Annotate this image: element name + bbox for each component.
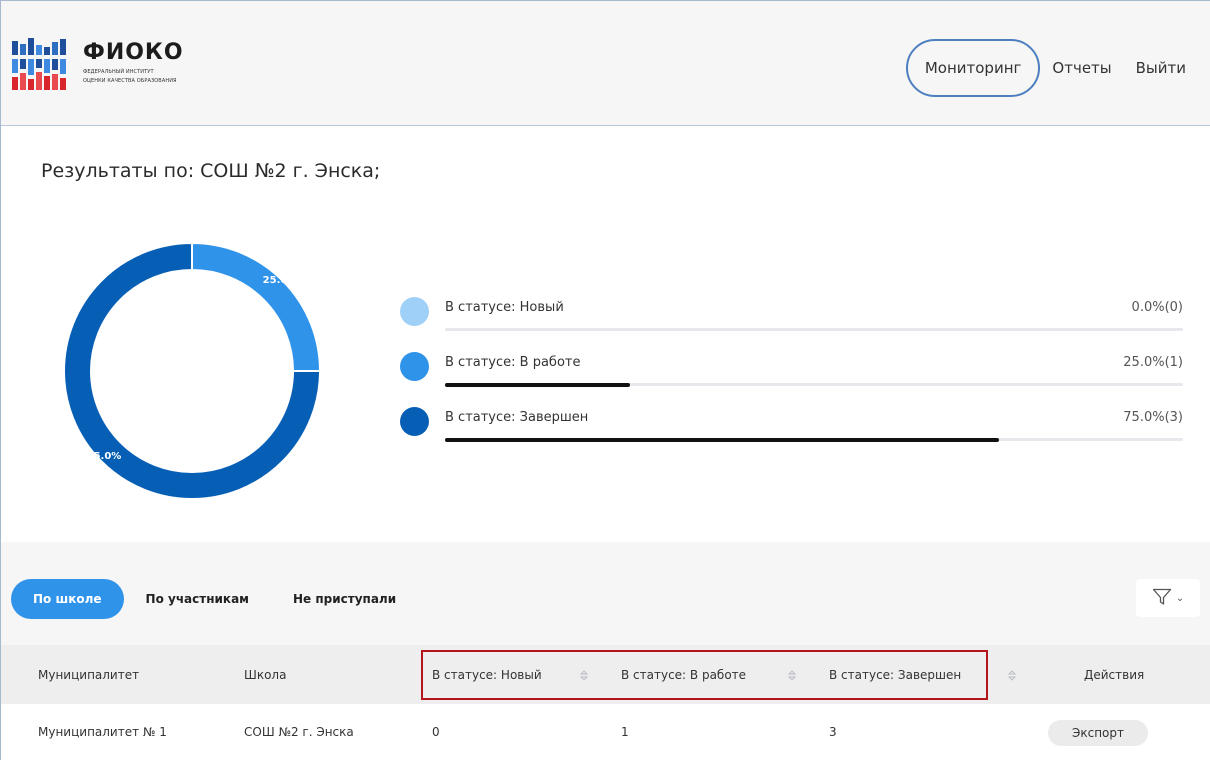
column-header-municipality[interactable]: Муниципалитет <box>38 645 139 704</box>
tab-by-participants[interactable]: По участникам <box>124 579 271 619</box>
tab-by-school[interactable]: По школе <box>11 579 124 619</box>
cell-in-work: 1 <box>621 725 629 739</box>
chart-legend: В статусе: Новый 0.0%(0) В статусе: В ра… <box>400 292 1183 457</box>
progress-track <box>445 382 1183 387</box>
nav-logout[interactable]: Выйти <box>1124 39 1198 97</box>
column-header-school[interactable]: Школа <box>244 645 286 704</box>
cell-new: 0 <box>432 725 440 739</box>
top-nav: Мониторинг Отчеты Выйти <box>905 39 1198 97</box>
logo-mark-icon <box>12 38 72 96</box>
donut-data-label: 75.0% <box>87 451 122 462</box>
legend-label: В статусе: В работе <box>445 355 581 370</box>
page-title: Результаты по: СОШ №2 г. Энска; <box>41 160 381 182</box>
column-header-actions: Действия <box>1084 667 1145 682</box>
results-table-panel: По школе По участникам Не приступали ⌄ М… <box>1 542 1210 760</box>
progress-track <box>445 437 1183 442</box>
logo-title: ФИОКО <box>83 40 184 65</box>
logo[interactable]: ФИОКО ФЕДЕРАЛЬНЫЙ ИНСТИТУТ ОЦЕНКИ КАЧЕСТ… <box>12 38 184 96</box>
logo-subtitle-line1: ФЕДЕРАЛЬНЫЙ ИНСТИТУТ <box>83 69 154 75</box>
progress-fill <box>445 382 630 387</box>
legend-value: 0.0%(0) <box>1131 300 1183 315</box>
table-row: Муниципалитет № 1 СОШ №2 г. Энска 0 1 3 … <box>1 704 1210 760</box>
progress-fill <box>445 437 999 442</box>
chevron-down-icon: ⌄ <box>1175 592 1185 604</box>
view-tabs: По школе По участникам Не приступали <box>11 579 418 619</box>
donut-data-label: 25.0% <box>263 275 298 286</box>
legend-item-completed: В статусе: Завершен 75.0%(3) <box>400 402 1183 457</box>
legend-value: 75.0%(3) <box>1123 410 1183 425</box>
legend-label: В статусе: Завершен <box>445 410 589 425</box>
donut-chart: 25.0% 75.0% <box>63 241 322 500</box>
filter-icon <box>1152 588 1172 609</box>
highlight-annotation <box>421 650 988 700</box>
sort-icon[interactable] <box>1008 670 1016 681</box>
export-button[interactable]: Экспорт <box>1048 720 1148 746</box>
legend-dot <box>400 407 429 436</box>
logo-subtitle-line2: ОЦЕНКИ КАЧЕСТВА ОБРАЗОВАНИЯ <box>83 78 177 84</box>
legend-dot <box>400 297 429 326</box>
tab-not-started[interactable]: Не приступали <box>271 579 418 619</box>
donut-slice[interactable] <box>191 241 322 372</box>
legend-value: 25.0%(1) <box>1123 355 1183 370</box>
cell-school: СОШ №2 г. Энска <box>244 725 354 739</box>
nav-reports[interactable]: Отчеты <box>1040 39 1123 97</box>
legend-dot <box>400 352 429 381</box>
legend-item-in-work: В статусе: В работе 25.0%(1) <box>400 347 1183 402</box>
legend-item-new: В статусе: Новый 0.0%(0) <box>400 292 1183 347</box>
legend-label: В статусе: Новый <box>445 300 564 315</box>
filter-button[interactable]: ⌄ <box>1136 579 1200 617</box>
cell-completed: 3 <box>829 725 837 739</box>
cell-municipality: Муниципалитет № 1 <box>38 725 167 739</box>
progress-track <box>445 328 1183 331</box>
header: ФИОКО ФЕДЕРАЛЬНЫЙ ИНСТИТУТ ОЦЕНКИ КАЧЕСТ… <box>1 1 1210 126</box>
nav-monitoring[interactable]: Мониторинг <box>905 39 1041 97</box>
